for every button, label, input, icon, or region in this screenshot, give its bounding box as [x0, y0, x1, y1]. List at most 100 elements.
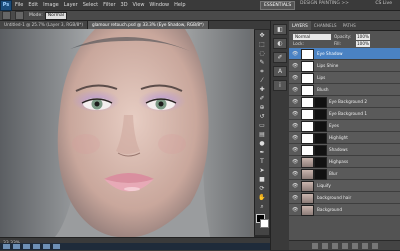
color-swatches[interactable]	[256, 214, 269, 228]
marquee-tool-icon[interactable]: ⬚	[257, 41, 267, 48]
layer-row[interactable]: 👁 Highlight	[289, 132, 400, 144]
zoom-tool-icon[interactable]: ⌕	[257, 203, 267, 210]
mode-select[interactable]: Normal	[44, 11, 68, 20]
visibility-eye-icon[interactable]: 👁	[292, 111, 298, 117]
layer-row[interactable]: 👁 Background	[289, 204, 400, 216]
visibility-eye-icon[interactable]: 👁	[292, 99, 298, 105]
menu-3d[interactable]: 3D	[121, 2, 128, 8]
visibility-eye-icon[interactable]: 👁	[292, 195, 298, 201]
new-group-icon[interactable]	[351, 242, 358, 249]
opacity-field[interactable]: 100%	[356, 34, 370, 40]
3d-rotate-tool-icon[interactable]: ⟳	[257, 185, 267, 192]
tab-untitled-1[interactable]: Untitled-1 @ 25.7% (Layer 3, RGB/8*)	[0, 21, 89, 29]
layer-row[interactable]: 👁 background hair	[289, 192, 400, 204]
fill-field[interactable]: 100%	[356, 41, 370, 47]
pen-tool-icon[interactable]: ✒	[257, 149, 267, 156]
visibility-eye-icon[interactable]: 👁	[292, 159, 298, 165]
workspace-essentials-button[interactable]: ESSENTIALS	[260, 1, 296, 10]
link-layers-icon[interactable]	[311, 242, 318, 249]
shape-tool-icon[interactable]: ■	[257, 176, 267, 183]
visibility-eye-icon[interactable]: 👁	[292, 183, 298, 189]
type-tool-icon[interactable]: T	[257, 158, 267, 165]
layer-style-icon[interactable]	[321, 242, 328, 249]
eraser-tool-icon[interactable]: ▭	[257, 122, 267, 129]
menu-filter[interactable]: Filter	[103, 2, 115, 8]
layer-mask-thumbnail[interactable]	[314, 133, 327, 144]
photoshop-task-icon[interactable]	[33, 244, 40, 249]
menu-layer[interactable]: Layer	[64, 2, 78, 8]
visibility-eye-icon[interactable]: 👁	[292, 63, 298, 69]
tab-channels[interactable]: CHANNELS	[311, 21, 340, 30]
lasso-tool-icon[interactable]: ◌	[257, 50, 267, 57]
adjustment-layer-icon[interactable]	[341, 242, 348, 249]
new-layer-icon[interactable]	[361, 242, 368, 249]
eyedropper-tool-icon[interactable]: ⁄	[257, 77, 267, 84]
background-color-swatch[interactable]	[260, 219, 269, 228]
visibility-eye-icon[interactable]: 👁	[292, 75, 298, 81]
menu-file[interactable]: File	[15, 2, 23, 8]
document-canvas[interactable]	[0, 29, 252, 237]
clone-tool-icon[interactable]: ⊕	[257, 104, 267, 111]
info-panel-icon[interactable]: i	[273, 80, 287, 91]
visibility-eye-icon[interactable]: 👁	[292, 51, 298, 57]
tab-paths[interactable]: PATHS	[340, 21, 359, 30]
brush-preset-icon[interactable]	[15, 11, 24, 20]
visibility-eye-icon[interactable]: 👁	[292, 123, 298, 129]
layer-mask-thumbnail[interactable]	[314, 109, 327, 120]
menu-help[interactable]: Help	[174, 2, 185, 8]
tab-layers[interactable]: LAYERS	[289, 21, 311, 30]
menu-window[interactable]: Window	[149, 2, 169, 8]
layer-row[interactable]: 👁 Liquify	[289, 180, 400, 192]
history-panel-icon[interactable]: ◧	[273, 24, 287, 35]
menu-image[interactable]: Image	[43, 2, 59, 8]
layer-row[interactable]: 👁 Lips Shine	[289, 60, 400, 72]
visibility-eye-icon[interactable]: 👁	[292, 207, 298, 213]
workspace-links[interactable]: DESIGN PAINTING >>	[300, 1, 349, 6]
healing-tool-icon[interactable]: ✚	[257, 86, 267, 93]
add-mask-icon[interactable]	[331, 242, 338, 249]
layer-row[interactable]: 👁 Eye Shadow	[289, 48, 400, 60]
layer-row[interactable]: 👁 Lips	[289, 72, 400, 84]
hand-tool-icon[interactable]: ✋	[257, 194, 267, 201]
adjustments-panel-icon[interactable]: ◐	[273, 38, 287, 49]
layer-row[interactable]: 👁 Eyes	[289, 120, 400, 132]
path-select-tool-icon[interactable]: ➤	[257, 167, 267, 174]
menu-edit[interactable]: Edit	[28, 2, 38, 8]
gradient-tool-icon[interactable]: ▤	[257, 131, 267, 138]
visibility-eye-icon[interactable]: 👁	[292, 147, 298, 153]
tab-glamour-retouch[interactable]: glamour retouch.psd @ 33.3% (Eye Shadow,…	[88, 21, 209, 29]
layer-row[interactable]: 👁 Eye Background 1	[289, 108, 400, 120]
history-brush-tool-icon[interactable]: ↺	[257, 113, 267, 120]
blend-mode-select[interactable]: Normal	[293, 34, 331, 40]
dodge-tool-icon[interactable]: ●	[257, 140, 267, 147]
brush-panel-icon[interactable]: ✐	[273, 52, 287, 63]
layer-row[interactable]: 👁 Eye Background 2	[289, 96, 400, 108]
layer-mask-thumbnail[interactable]	[314, 97, 327, 108]
layer-row[interactable]: 👁 Blush	[289, 84, 400, 96]
visibility-eye-icon[interactable]: 👁	[292, 171, 298, 177]
layer-row[interactable]: 👁 Shadows	[289, 144, 400, 156]
layer-mask-thumbnail[interactable]	[314, 121, 327, 132]
layer-mask-thumbnail[interactable]	[314, 169, 327, 180]
layer-row[interactable]: 👁 Blur	[289, 168, 400, 180]
explorer-icon[interactable]	[13, 244, 20, 249]
character-panel-icon[interactable]: A	[273, 66, 287, 77]
start-icon[interactable]	[3, 244, 10, 249]
move-tool-icon[interactable]: ✥	[257, 32, 267, 39]
media-icon[interactable]	[43, 244, 50, 249]
layer-mask-thumbnail[interactable]	[314, 145, 327, 156]
visibility-eye-icon[interactable]: 👁	[292, 87, 298, 93]
crop-tool-icon[interactable]: ⌗	[257, 68, 267, 75]
tool-preset-icon[interactable]	[2, 11, 11, 20]
cs-live-button[interactable]: CS Live	[375, 1, 392, 6]
layer-row[interactable]: 👁 Highpass	[289, 156, 400, 168]
quick-select-tool-icon[interactable]: ✎	[257, 59, 267, 66]
delete-layer-icon[interactable]	[371, 242, 378, 249]
visibility-eye-icon[interactable]: 👁	[292, 135, 298, 141]
browser-icon[interactable]	[23, 244, 30, 249]
folder-icon[interactable]	[53, 244, 60, 249]
brush-tool-icon[interactable]: ✐	[257, 95, 267, 102]
menu-view[interactable]: View	[133, 2, 145, 8]
menu-select[interactable]: Select	[83, 2, 98, 8]
layer-mask-thumbnail[interactable]	[314, 157, 327, 168]
